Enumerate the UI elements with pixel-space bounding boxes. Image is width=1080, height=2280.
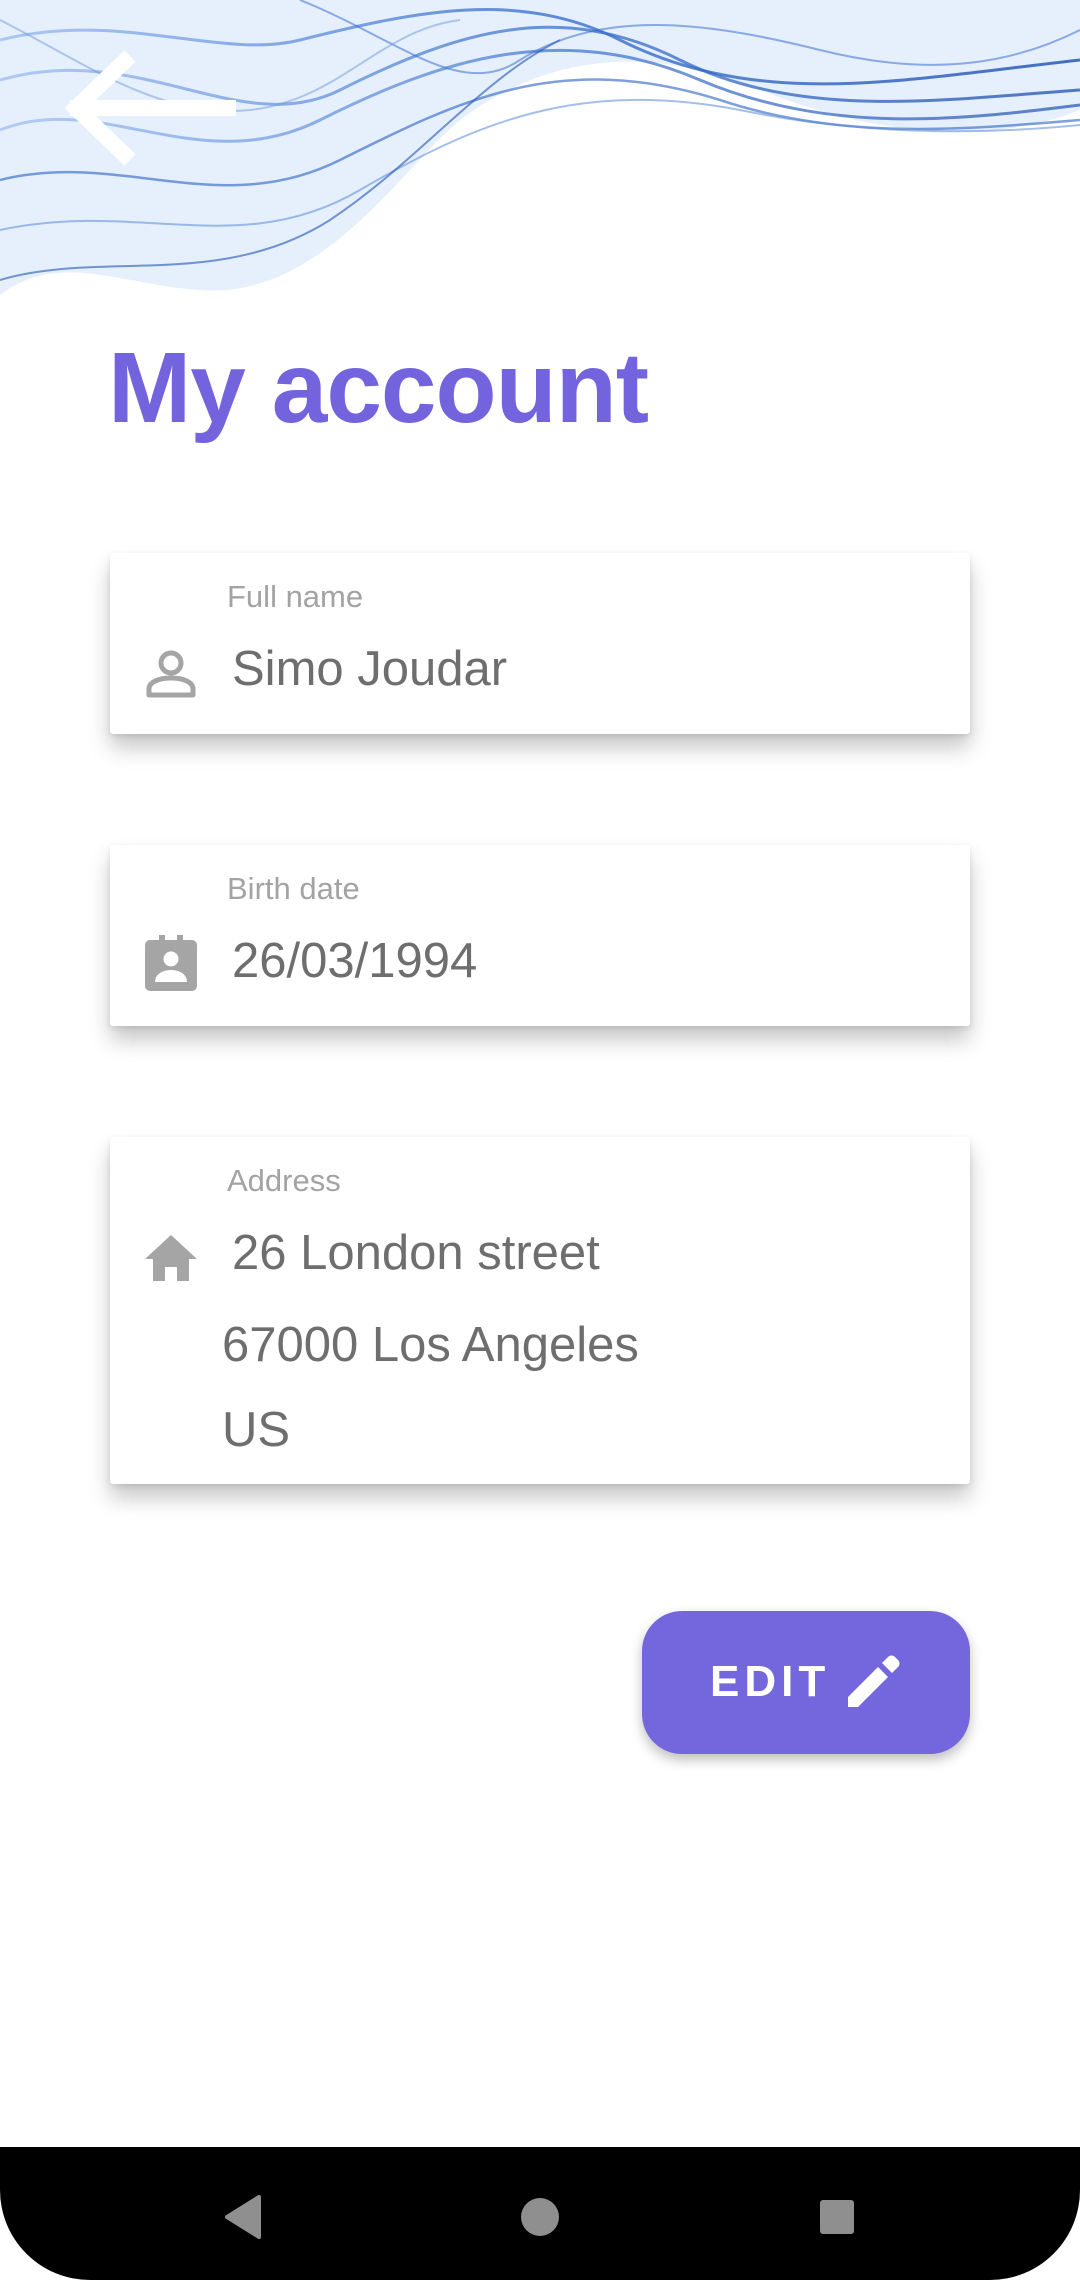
nav-home-button[interactable]: [490, 2167, 590, 2267]
full-name-value: Simo Joudar: [232, 642, 508, 696]
nav-recents-icon: [820, 2200, 854, 2234]
birth-date-label: Birth date: [227, 871, 360, 906]
home-icon: [145, 1235, 197, 1281]
nav-back-icon: [225, 2195, 261, 2239]
back-button[interactable]: [60, 50, 250, 170]
full-name-field[interactable]: Full name Simo Joudar: [110, 553, 970, 734]
arrow-left-icon: [64, 50, 236, 166]
edit-button-label: EDIT: [710, 1657, 831, 1706]
pencil-icon: [848, 1655, 900, 1707]
nav-back-button[interactable]: [193, 2167, 293, 2267]
address-line-1: 26 London street: [232, 1226, 600, 1280]
page-title: My account: [108, 332, 649, 444]
my-account-screen: My account Full name Simo Joudar Birth d…: [0, 0, 1080, 2280]
birth-date-value: 26/03/1994: [232, 934, 478, 988]
contact-calendar-icon: [145, 935, 197, 991]
full-name-label: Full name: [227, 579, 364, 614]
edit-button[interactable]: EDIT: [642, 1611, 970, 1754]
address-line-3: US: [222, 1403, 291, 1457]
person-icon: [146, 650, 196, 698]
address-line-2: 67000 Los Angeles: [222, 1318, 639, 1372]
system-navigation-bar: [0, 2147, 1080, 2280]
address-label: Address: [227, 1163, 341, 1198]
nav-home-icon: [521, 2198, 559, 2236]
nav-recents-button[interactable]: [787, 2167, 887, 2267]
birth-date-field[interactable]: Birth date 26/03/1994: [110, 845, 970, 1026]
address-field[interactable]: Address 26 London street 67000 Los Angel…: [110, 1137, 970, 1484]
